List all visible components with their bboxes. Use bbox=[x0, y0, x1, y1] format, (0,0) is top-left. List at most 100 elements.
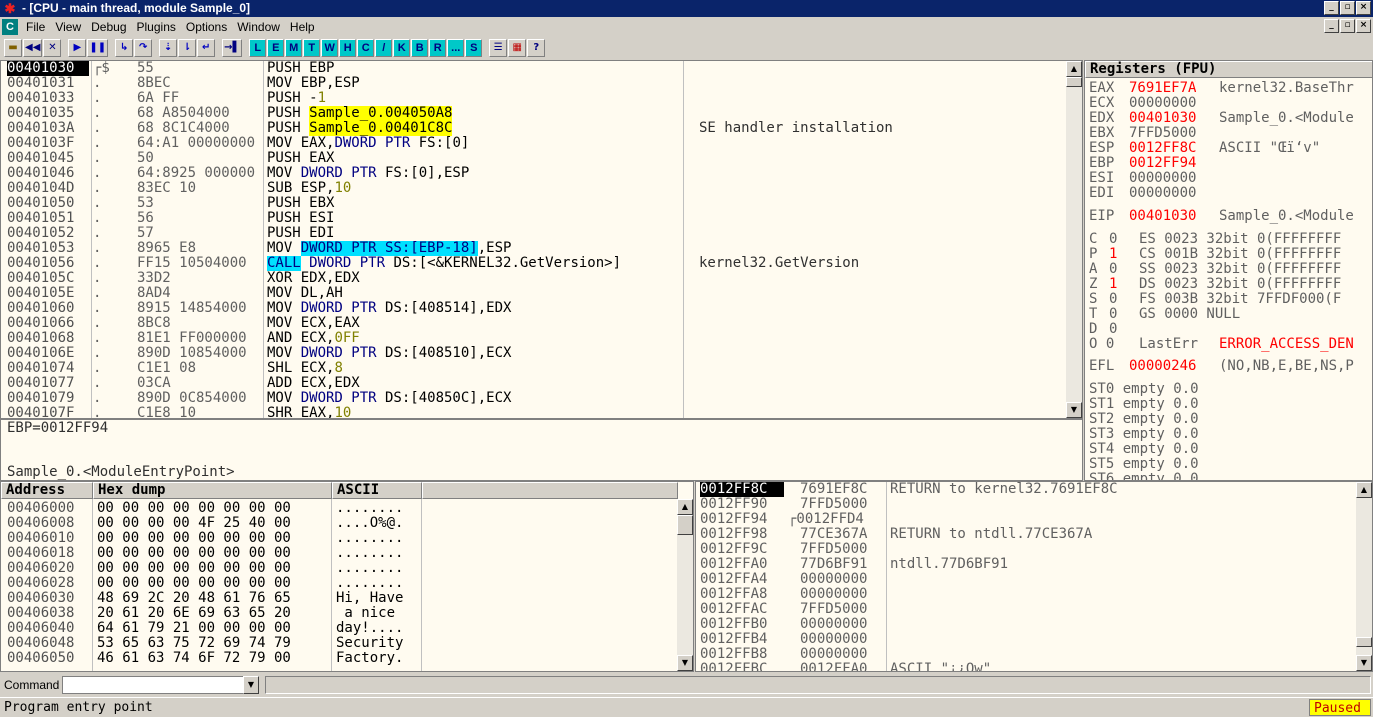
pause-icon[interactable]: ❚❚ bbox=[87, 38, 109, 57]
disasm-row[interactable]: 00401045. 50 PUSH EAX bbox=[1, 151, 1082, 166]
dump-row[interactable]: 00406010 00 00 00 00 00 00 00 00........ bbox=[1, 531, 693, 546]
stack-row[interactable]: 0012FFA0 77D6BF91 ntdll.77D6BF91 bbox=[696, 557, 1372, 572]
disasm-row[interactable]: 0040104D. 83EC 10 SUB ESP,10 bbox=[1, 181, 1082, 196]
dump-row[interactable]: 00406020 00 00 00 00 00 00 00 00........ bbox=[1, 561, 693, 576]
disasm-row[interactable]: 00401068. 81E1 FF000000 AND ECX,0FF bbox=[1, 331, 1082, 346]
call-stack-window-button[interactable]: K bbox=[393, 38, 411, 57]
threads-window-button[interactable]: T bbox=[303, 38, 321, 57]
stack-row[interactable]: 0012FF94 ┌0012FFD4 bbox=[696, 512, 1372, 527]
child-close-button[interactable]: × bbox=[1356, 19, 1371, 33]
dump-row[interactable]: 00406048 53 65 63 75 72 69 74 79 Security bbox=[1, 636, 693, 651]
disasm-row[interactable]: 00401046. 64:8925 000000 MOV DWORD PTR FS:… bbox=[1, 166, 1082, 181]
child-maximize-button[interactable]: ▫ bbox=[1340, 19, 1355, 33]
disasm-row[interactable]: 00401030 ┌$ 55 PUSH EBP bbox=[1, 61, 1082, 76]
trace-over-icon[interactable]: ⇂ bbox=[178, 38, 197, 57]
stack-scrollbar[interactable]: ▲ ▼ bbox=[1356, 482, 1372, 671]
fpu-row[interactable]: ST1 empty 0.0 bbox=[1089, 397, 1372, 412]
stack-row[interactable]: 0012FFBC 0012FFA0 ASCII "¡¿Öw" bbox=[696, 662, 1372, 671]
register-row[interactable]: EAX 7691EF7A kernel32.BaseThr bbox=[1089, 81, 1372, 96]
menu-file[interactable]: File bbox=[21, 20, 50, 34]
dump-row[interactable]: 00406038 20 61 20 6E 69 63 65 20 a nice bbox=[1, 606, 693, 621]
disasm-row[interactable]: 0040105E. 8AD4 MOV DL,AH bbox=[1, 286, 1082, 301]
disasm-row[interactable]: 00401035. 68 A8504000 PUSH Sample_0.004050… bbox=[1, 106, 1082, 121]
disasm-row[interactable]: 0040103A. 68 8C1C4000 PUSH Sample_0.00401C… bbox=[1, 121, 1082, 136]
register-row[interactable]: EDX 00401030 Sample_0.<Module bbox=[1089, 111, 1372, 126]
scroll-up-icon[interactable]: ▲ bbox=[677, 499, 693, 515]
stack-row[interactable]: 0012FFB0 00000000 bbox=[696, 617, 1372, 632]
scroll-down-icon[interactable]: ▼ bbox=[1356, 655, 1372, 671]
disasm-row[interactable]: 00401052. 57 PUSH EDI bbox=[1, 226, 1082, 241]
patches-window-button[interactable]: / bbox=[375, 38, 393, 57]
stack-row[interactable]: 0012FFA8 00000000 bbox=[696, 587, 1372, 602]
menu-view[interactable]: View bbox=[50, 20, 86, 34]
minimize-button[interactable]: _ bbox=[1324, 1, 1339, 15]
restart-icon[interactable]: ◀◀ bbox=[23, 38, 43, 57]
registers-header[interactable]: Registers (FPU) bbox=[1085, 61, 1372, 78]
modules-window-button[interactable]: E bbox=[267, 38, 285, 57]
disasm-row[interactable]: 0040103F. 64:A1 00000000 MOV EAX,DWORD PTR… bbox=[1, 136, 1082, 151]
dump-row[interactable]: 00406040 64 61 79 21 00 00 00 00 day!.... bbox=[1, 621, 693, 636]
cpu-window-button[interactable]: C bbox=[357, 38, 375, 57]
stack-row[interactable]: 0012FFB8 00000000 bbox=[696, 647, 1372, 662]
flag-row[interactable]: D0 bbox=[1089, 322, 1372, 337]
stack-row[interactable]: 0012FFAC 7FFD5000 bbox=[696, 602, 1372, 617]
scroll-down-icon[interactable]: ▼ bbox=[677, 655, 693, 671]
close-button[interactable]: × bbox=[1356, 1, 1371, 15]
register-row[interactable]: ESI 00000000 bbox=[1089, 171, 1372, 186]
stack-row[interactable]: 0012FF98 77CE367A RETURN to ntdll.77CE367A bbox=[696, 527, 1372, 542]
dump-row[interactable]: 00406000 00 00 00 00 00 00 00 00........ bbox=[1, 501, 693, 516]
flag-row[interactable]: Z 1 DS 0023 32bit 0(FFFFFFFF bbox=[1089, 277, 1372, 292]
disasm-row[interactable]: 00401050. 53 PUSH EBX bbox=[1, 196, 1082, 211]
flag-row[interactable]: C 0 ES 0023 32bit 0(FFFFFFFF bbox=[1089, 232, 1372, 247]
execute-till-return-icon[interactable]: ↵ bbox=[197, 38, 216, 57]
stack-row[interactable]: 0012FF8C 7691EF8C RETURN to kernel32.7691E… bbox=[696, 482, 1372, 497]
dump-pane[interactable]: Address Hex dump ASCII 00406000 00 00 00 … bbox=[0, 481, 694, 672]
flag-row[interactable]: S 0 FS 003B 32bit 7FFDF000(F bbox=[1089, 292, 1372, 307]
handles-window-button[interactable]: H bbox=[339, 38, 357, 57]
scroll-thumb[interactable] bbox=[677, 515, 693, 535]
breakpoints-window-button[interactable]: B bbox=[411, 38, 429, 57]
menu-options[interactable]: Options bbox=[181, 20, 232, 34]
fpu-row[interactable]: ST5 empty 0.0 bbox=[1089, 457, 1372, 472]
fpu-row[interactable]: ST4 empty 0.0 bbox=[1089, 442, 1372, 457]
flag-row[interactable]: T 0 GS 0000 NULL bbox=[1089, 307, 1372, 322]
list-view-icon[interactable]: ☰ bbox=[489, 38, 508, 57]
command-dropdown-icon[interactable]: ▼ bbox=[243, 676, 259, 694]
menu-debug[interactable]: Debug bbox=[86, 20, 131, 34]
register-row[interactable]: ESP 0012FF8C ASCII "Œï‘v" bbox=[1089, 141, 1372, 156]
disasm-row[interactable]: 0040107F. C1E8 10 SHR EAX,10 bbox=[1, 406, 1082, 418]
stack-row[interactable]: 0012FF90 7FFD5000 bbox=[696, 497, 1372, 512]
register-row[interactable]: EDI 00000000 bbox=[1089, 186, 1372, 201]
disasm-row[interactable]: 00401031. 8BEC MOV EBP,ESP bbox=[1, 76, 1082, 91]
trace-into-icon[interactable]: ⇣ bbox=[159, 38, 178, 57]
references-window-button[interactable]: R bbox=[429, 38, 447, 57]
run-icon[interactable]: ▶ bbox=[68, 38, 87, 57]
efl-row[interactable]: EFL 00000246 (NO,NB,E,BE,NS,P bbox=[1089, 359, 1372, 374]
go-to-icon[interactable]: →▌ bbox=[222, 38, 243, 57]
dump-scrollbar[interactable]: ▲ ▼ bbox=[677, 499, 693, 671]
dump-row[interactable]: 00406028 00 00 00 00 00 00 00 00........ bbox=[1, 576, 693, 591]
dump-row[interactable]: 00406050 46 61 63 74 6F 72 79 00 Factory. bbox=[1, 651, 693, 666]
menu-plugins[interactable]: Plugins bbox=[132, 20, 181, 34]
disasm-row[interactable]: 0040105C. 33D2 XOR EDX,EDX bbox=[1, 271, 1082, 286]
disasm-row[interactable]: 00401033. 6A FF PUSH -1 bbox=[1, 91, 1082, 106]
scroll-up-icon[interactable]: ▲ bbox=[1066, 61, 1082, 77]
stack-row[interactable]: 0012FFB4 00000000 bbox=[696, 632, 1372, 647]
disasm-row[interactable]: 00401060. 8915 14854000 MOV DWORD PTR DS:[… bbox=[1, 301, 1082, 316]
disassembly-scrollbar[interactable]: ▲ ▼ bbox=[1066, 61, 1082, 418]
stack-row[interactable]: 0012FF9C 7FFD5000 bbox=[696, 542, 1372, 557]
scroll-up-icon[interactable]: ▲ bbox=[1356, 482, 1372, 498]
stack-row[interactable]: 0012FFA4 00000000 bbox=[696, 572, 1372, 587]
command-input[interactable] bbox=[62, 676, 244, 694]
fpu-row[interactable]: ST0 empty 0.0 bbox=[1089, 382, 1372, 397]
scroll-down-icon[interactable]: ▼ bbox=[1066, 402, 1082, 418]
windows-window-button[interactable]: W bbox=[321, 38, 339, 57]
disasm-row[interactable]: 00401051. 56 PUSH ESI bbox=[1, 211, 1082, 226]
disasm-row[interactable]: 00401077. 03CA ADD ECX,EDX bbox=[1, 376, 1082, 391]
register-row[interactable]: EBX 7FFD5000 bbox=[1089, 126, 1372, 141]
cpu-window-icon[interactable]: C bbox=[2, 18, 18, 35]
maximize-button[interactable]: ▫ bbox=[1340, 1, 1355, 15]
disasm-row[interactable]: 0040106E. 890D 10854000 MOV DWORD PTR DS:[… bbox=[1, 346, 1082, 361]
registers-pane[interactable]: Registers (FPU) EAX 7691EF7A kernel32.Base… bbox=[1084, 60, 1373, 481]
disasm-row[interactable]: 00401056. FF15 10504000 CALL DWORD PTR DS:… bbox=[1, 256, 1082, 271]
